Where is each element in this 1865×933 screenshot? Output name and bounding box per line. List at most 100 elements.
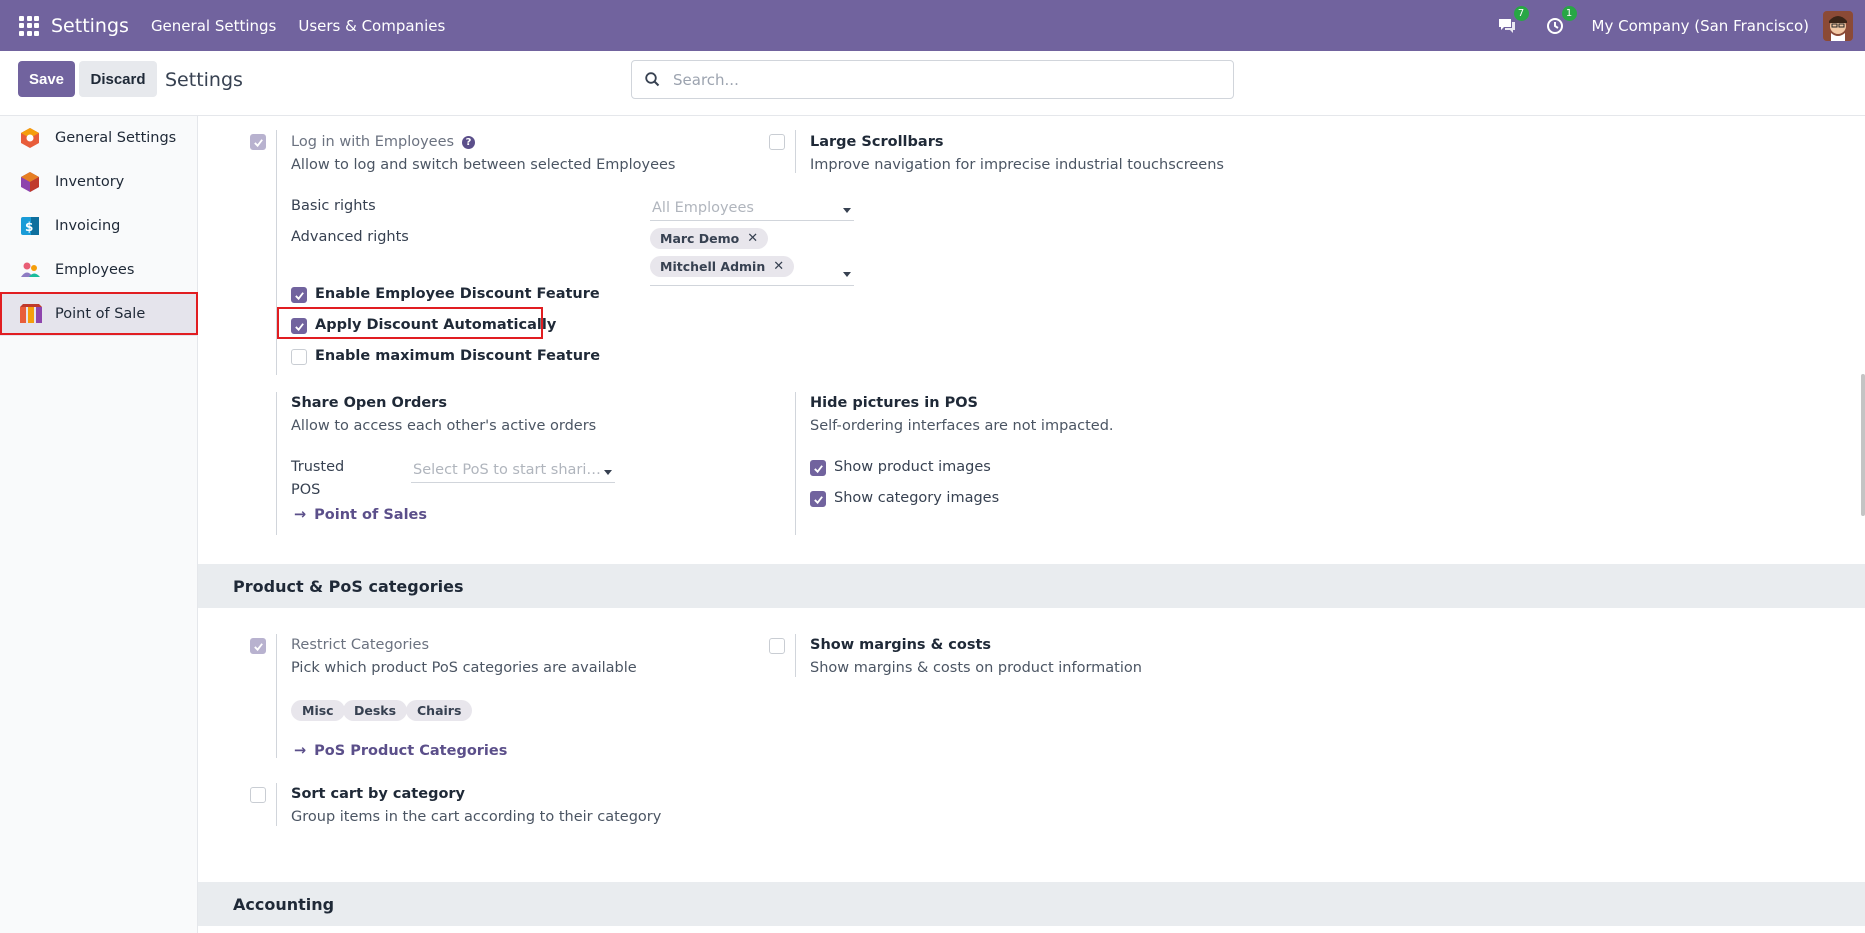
apply-discount-checkbox[interactable] (291, 318, 307, 334)
section-header-categories: Product & PoS categories (198, 564, 1865, 608)
messages-badge: 7 (1513, 5, 1529, 21)
show-margins-checkbox[interactable] (769, 638, 785, 654)
divider (795, 392, 796, 535)
advanced-rights-label: Advanced rights (291, 229, 409, 245)
menu-users-companies[interactable]: Users & Companies (298, 17, 445, 35)
chevron-down-icon (843, 208, 851, 213)
large-scrollbars-desc: Improve navigation for imprecise industr… (810, 157, 1224, 173)
sidebar-item-inventory[interactable]: Inventory (0, 160, 198, 204)
pos-product-categories-link[interactable]: → PoS Product Categories (294, 743, 507, 759)
employee-discount-checkbox[interactable] (291, 287, 307, 303)
search-input[interactable] (673, 70, 1213, 89)
control-panel: Save Discard Settings (0, 51, 1865, 116)
sidebar-item-label: Invoicing (55, 218, 121, 234)
discard-button[interactable]: Discard (79, 61, 157, 97)
close-icon[interactable]: ✕ (773, 259, 784, 274)
navbar-systray: 7 1 My Company (San Francisco) (1496, 0, 1865, 51)
sort-cart-checkbox[interactable] (250, 787, 266, 803)
divider (276, 392, 277, 535)
trusted-pos-select[interactable]: Select PoS to start shari… (411, 459, 615, 483)
tag-label: Marc Demo (660, 231, 740, 246)
share-orders-desc: Allow to access each other's active orde… (291, 418, 597, 434)
restrict-categories-desc: Pick which product PoS categories are av… (291, 660, 637, 676)
trusted-pos-label: Trusted (291, 459, 345, 475)
hide-pictures-desc: Self-ordering interfaces are not impacte… (810, 418, 1114, 434)
max-discount-label: Enable maximum Discount Feature (315, 348, 601, 364)
sort-cart-desc: Group items in the cart according to the… (291, 809, 662, 825)
link-label: PoS Product Categories (314, 743, 508, 759)
close-icon[interactable]: ✕ (747, 231, 758, 246)
login-employees-desc: Allow to log and switch between selected… (291, 157, 676, 173)
sidebar-item-point-of-sale[interactable]: Point of Sale (0, 292, 198, 336)
sidebar-item-label: Inventory (55, 174, 125, 190)
svg-text:$: $ (25, 220, 33, 234)
sidebar-item-general-settings[interactable]: General Settings (0, 116, 198, 160)
divider (795, 130, 796, 173)
invoice-dollar-icon: $ (19, 215, 41, 237)
category-tag: Misc (291, 700, 345, 721)
category-tag: Desks (343, 700, 408, 721)
tag-label: Mitchell Admin (660, 259, 766, 274)
messages-icon[interactable]: 7 (1496, 5, 1529, 37)
basic-rights-select[interactable]: All Employees (650, 197, 854, 221)
show-product-images-label: Show product images (834, 459, 991, 475)
trusted-pos-label-2: POS (291, 482, 321, 498)
sidebar-item-invoicing[interactable]: $ Invoicing (0, 204, 198, 248)
pos-store-icon (19, 303, 42, 325)
link-label: Point of Sales (314, 507, 427, 523)
search-icon (643, 71, 661, 89)
large-scrollbars-checkbox[interactable] (769, 134, 785, 150)
divider (276, 634, 277, 758)
basic-rights-label: Basic rights (291, 198, 376, 214)
restrict-categories-checkbox[interactable] (250, 638, 266, 654)
max-discount-checkbox[interactable] (291, 349, 307, 365)
section-title: Product & PoS categories (233, 577, 464, 596)
odoo-logo-icon (19, 127, 41, 149)
show-margins-desc: Show margins & costs on product informat… (810, 660, 1142, 676)
sidebar-item-label: Employees (55, 262, 135, 278)
show-product-images-checkbox[interactable] (810, 460, 826, 476)
sidebar-item-label: Point of Sale (55, 306, 146, 322)
show-category-images-checkbox[interactable] (810, 491, 826, 507)
basic-rights-placeholder: All Employees (652, 200, 754, 216)
settings-sidebar: General Settings Inventory $ Invoicing E… (0, 116, 198, 933)
help-question-icon[interactable]: ? (462, 136, 476, 149)
activities-badge: 1 (1561, 5, 1577, 21)
point-of-sales-link[interactable]: → Point of Sales (294, 507, 427, 523)
large-scrollbars-title: Large Scrollbars (810, 134, 944, 150)
section-header-accounting: Accounting (198, 882, 1865, 926)
employees-people-icon (19, 259, 41, 281)
apply-discount-label: Apply Discount Automatically (315, 317, 557, 333)
apps-grid-icon[interactable] (19, 15, 39, 36)
menu-general-settings[interactable]: General Settings (151, 17, 276, 35)
employee-discount-label: Enable Employee Discount Feature (315, 286, 600, 302)
search-bar[interactable] (631, 60, 1234, 99)
company-switcher[interactable]: My Company (San Francisco) (1592, 17, 1809, 35)
divider (795, 634, 796, 677)
arrow-right-icon: → (294, 743, 307, 759)
save-button[interactable]: Save (18, 61, 75, 97)
user-avatar[interactable] (1823, 10, 1853, 41)
chevron-down-icon (604, 470, 612, 475)
divider (276, 783, 277, 826)
sidebar-item-employees[interactable]: Employees (0, 248, 198, 292)
settings-content: Log in with Employees? Allow to log and … (198, 116, 1865, 933)
inventory-box-icon (19, 171, 41, 193)
sidebar-item-label: General Settings (55, 130, 177, 146)
page-title: Settings (165, 69, 243, 91)
section-title: Accounting (233, 895, 335, 914)
category-tag: Chairs (406, 700, 473, 721)
show-category-images-label: Show category images (834, 490, 1000, 506)
scrollbar-thumb[interactable] (1861, 374, 1865, 516)
trusted-pos-placeholder: Select PoS to start shari… (413, 462, 601, 478)
login-employees-title: Log in with Employees? (291, 134, 476, 150)
chevron-down-icon (843, 272, 851, 277)
activities-clock-icon[interactable]: 1 (1544, 5, 1577, 37)
app-name[interactable]: Settings (51, 15, 129, 37)
share-orders-title: Share Open Orders (291, 395, 447, 411)
login-employees-checkbox[interactable] (250, 134, 266, 150)
sort-cart-title: Sort cart by category (291, 786, 466, 802)
arrow-right-icon: → (294, 507, 307, 523)
top-navbar: Settings General Settings Users & Compan… (0, 0, 1865, 51)
divider (276, 130, 277, 375)
